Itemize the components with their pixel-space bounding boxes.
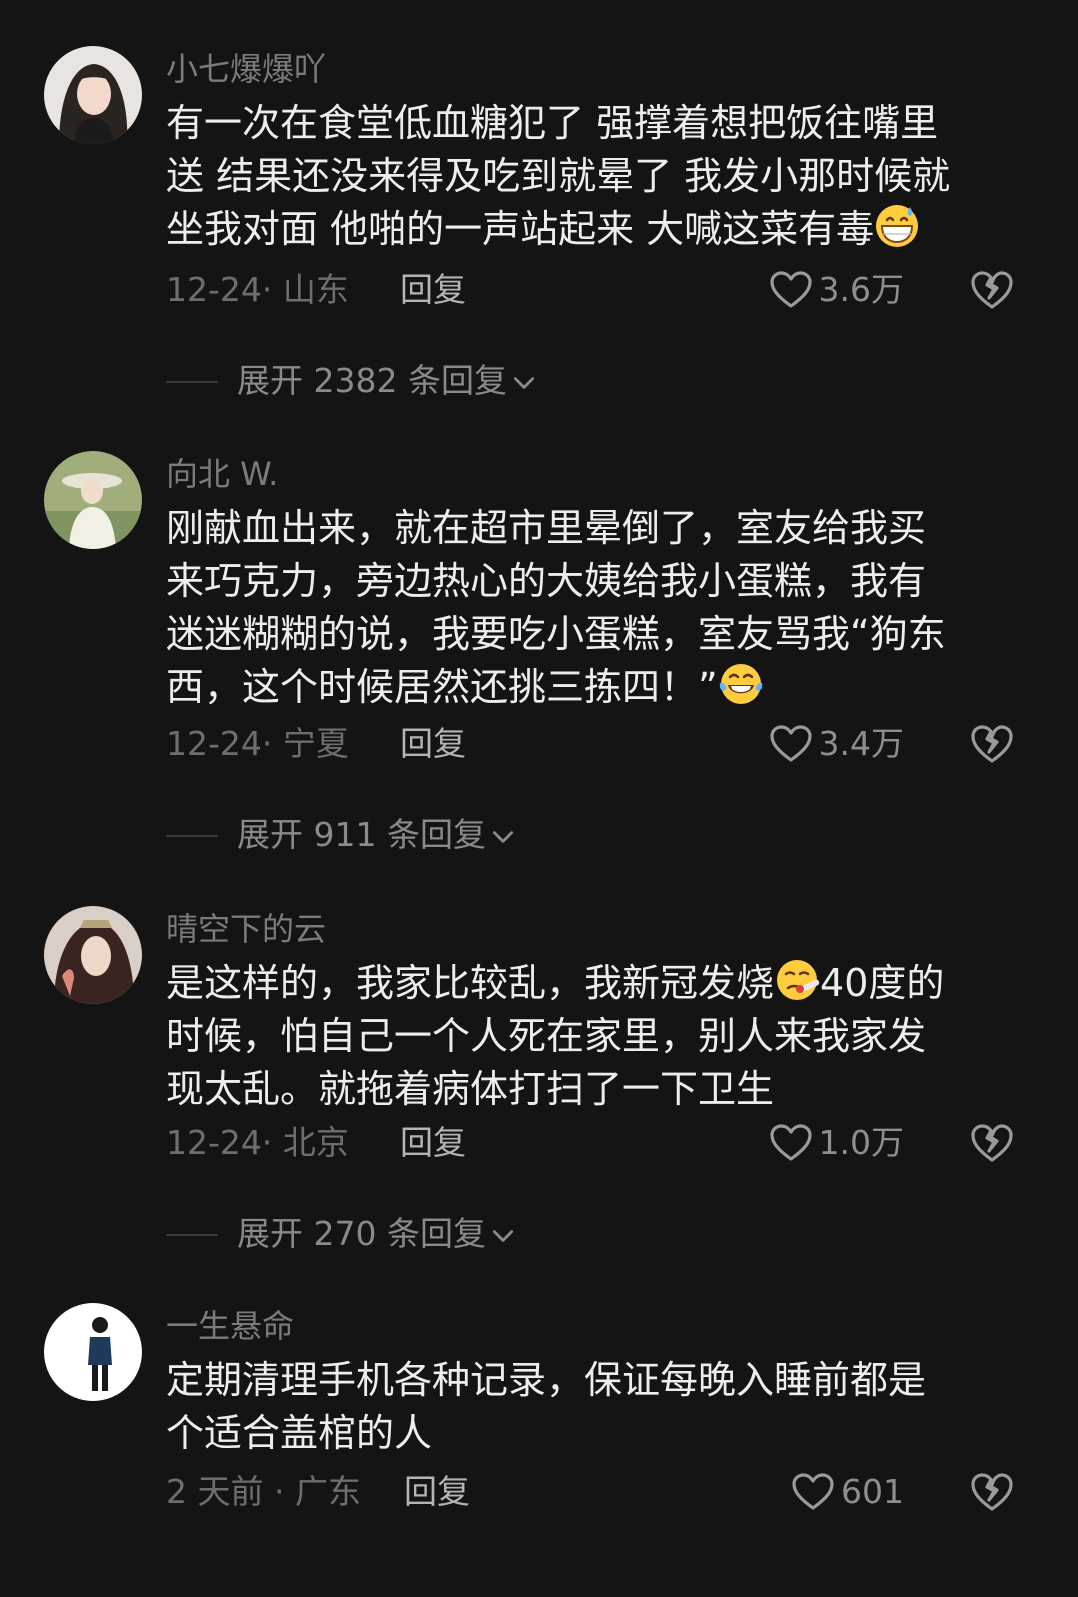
comment-line: 有一次在食堂低血糖犯了 强撑着想把饭往嘴里 xyxy=(166,101,939,145)
divider xyxy=(166,381,218,383)
reply-button[interactable]: 回复 xyxy=(400,721,466,767)
comment-line: 来巧克力，旁边热心的大姨给我小蛋糕，我有 xyxy=(166,559,927,603)
username[interactable]: 一生悬命 xyxy=(166,1306,294,1346)
comment-text: 有一次在食堂低血糖犯了 强撑着想把饭往嘴里 送 结果还没来得及吃到就晕了 我发小… xyxy=(166,97,1016,256)
heart-icon xyxy=(769,724,813,764)
comment-line: 西，这个时候居然还挑三拣四！” xyxy=(166,661,1016,714)
comment-meta: 12-24· 山东 回复 3.6万 xyxy=(166,267,1036,313)
dislike-button[interactable] xyxy=(970,268,1014,312)
chevron-down-icon xyxy=(490,1223,516,1249)
username[interactable]: 晴空下的云 xyxy=(166,909,326,949)
comment-line: 迷迷糊糊的说，我要吃小蛋糕，室友骂我“狗东 xyxy=(166,612,946,656)
reply-button[interactable]: 回复 xyxy=(400,267,466,313)
broken-heart-icon xyxy=(970,1121,1014,1165)
comment-line: 现太乱。就拖着病体打扫了一下卫生 xyxy=(166,1067,775,1111)
like-button[interactable]: 3.6万 xyxy=(769,267,904,313)
divider xyxy=(166,1234,218,1236)
like-count: 3.4万 xyxy=(818,724,904,763)
broken-heart-icon xyxy=(970,268,1014,312)
heart-icon xyxy=(769,1123,813,1163)
like-count: 601 xyxy=(841,1472,904,1511)
like-count: 3.6万 xyxy=(818,270,904,309)
time-location: 12-24· 北京 xyxy=(166,1123,349,1162)
thermometer-face-emoji xyxy=(774,957,820,1003)
reply-button[interactable]: 回复 xyxy=(404,1469,470,1515)
avatar[interactable] xyxy=(44,906,142,1004)
comment-text: 是这样的，我家比较乱，我新冠发烧 40度的 时候，怕自己一个人死在家里，别人来我… xyxy=(166,957,1016,1116)
broken-heart-icon xyxy=(970,1470,1014,1514)
comment-line: 时候，怕自己一个人死在家里，别人来我家发 xyxy=(166,1014,927,1058)
comment-line: 坐我对面 他啪的一声站起来 大喊这菜有毒 xyxy=(166,203,1016,256)
time-location: 12-24· 山东 xyxy=(166,270,349,309)
chevron-down-icon xyxy=(490,824,516,850)
expand-replies-label: 展开 2382 条回复 xyxy=(237,361,507,400)
comment-line: 个适合盖棺的人 xyxy=(166,1411,433,1455)
time-location: 2 天前 · 广东 xyxy=(166,1472,361,1511)
heart-icon xyxy=(769,270,813,310)
comment-line: 定期清理手机各种记录，保证每晚入睡前都是 xyxy=(166,1358,927,1402)
like-button[interactable]: 601 xyxy=(791,1469,904,1515)
username[interactable]: 小七爆爆吖 xyxy=(166,49,326,89)
chevron-down-icon xyxy=(511,370,537,396)
avatar[interactable] xyxy=(44,46,142,144)
tears-of-joy-emoji xyxy=(718,661,764,707)
username[interactable]: 向北 W. xyxy=(166,454,278,494)
like-count: 1.0万 xyxy=(818,1123,904,1162)
broken-heart-icon xyxy=(970,722,1014,766)
comment-line: 是这样的，我家比较乱，我新冠发烧 40度的 xyxy=(166,957,1016,1010)
avatar[interactable] xyxy=(44,451,142,549)
comment-meta: 2 天前 · 广东 回复 601 xyxy=(166,1469,1036,1515)
avatar[interactable] xyxy=(44,1303,142,1401)
comment-text: 刚献血出来，就在超市里晕倒了，室友给我买 来巧克力，旁边热心的大姨给我小蛋糕，我… xyxy=(166,502,1016,714)
comment-text: 定期清理手机各种记录，保证每晚入睡前都是 个适合盖棺的人 xyxy=(166,1354,1016,1460)
comment-meta: 12-24· 北京 回复 1.0万 xyxy=(166,1120,1036,1166)
like-button[interactable]: 3.4万 xyxy=(769,721,904,767)
divider xyxy=(166,835,218,837)
comment-line: 刚献血出来，就在超市里晕倒了，室友给我买 xyxy=(166,506,927,550)
expand-replies-label: 展开 270 条回复 xyxy=(237,1214,486,1253)
time-location: 12-24· 宁夏 xyxy=(166,724,349,763)
heart-icon xyxy=(791,1472,835,1512)
comment-meta: 12-24· 宁夏 回复 3.4万 xyxy=(166,721,1036,767)
like-button[interactable]: 1.0万 xyxy=(769,1120,904,1166)
grinning-sweat-emoji xyxy=(874,203,920,249)
dislike-button[interactable] xyxy=(970,722,1014,766)
expand-replies-label: 展开 911 条回复 xyxy=(237,815,486,854)
dislike-button[interactable] xyxy=(970,1121,1014,1165)
dislike-button[interactable] xyxy=(970,1470,1014,1514)
reply-button[interactable]: 回复 xyxy=(400,1120,466,1166)
comment-line: 送 结果还没来得及吃到就晕了 我发小那时候就 xyxy=(166,154,951,198)
